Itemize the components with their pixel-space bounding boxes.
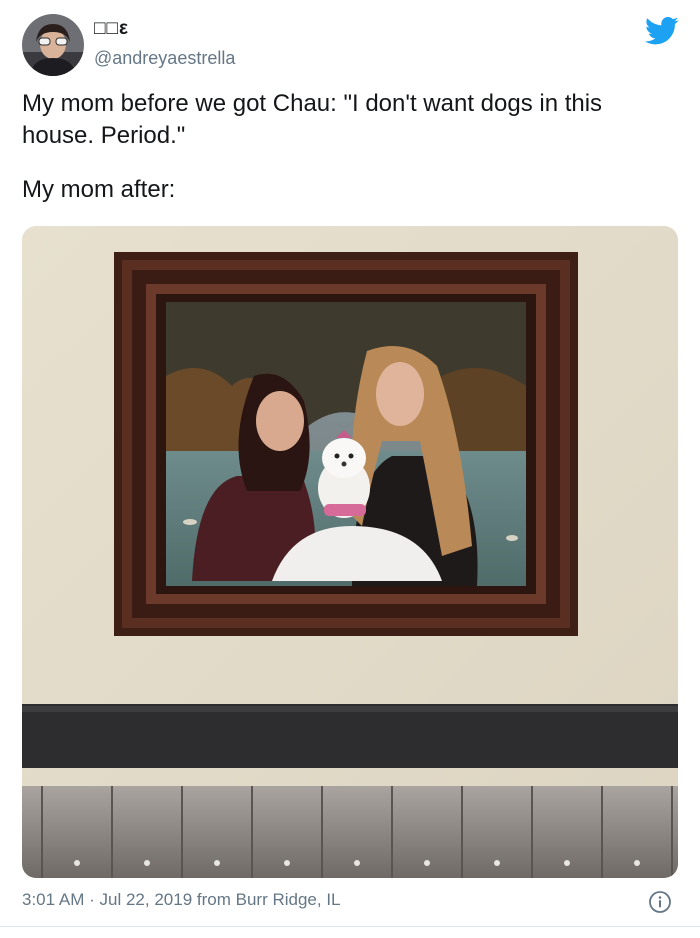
tweet-metadata: 3:01 AM · Jul 22, 2019 from Burr Ridge, … xyxy=(22,890,341,910)
tweet-text-line-1: My mom before we got Chau: "I don't want… xyxy=(22,90,603,149)
tweet-date[interactable]: Jul 22, 2019 xyxy=(100,890,193,909)
tweet-photo[interactable] xyxy=(22,226,678,878)
tweet-location[interactable]: Burr Ridge, IL xyxy=(236,890,341,909)
tweet-text: My mom before we got Chau: "I don't want… xyxy=(22,88,672,228)
source-prefix: from xyxy=(196,890,231,909)
tweet-time[interactable]: 3:01 AM xyxy=(22,890,84,909)
separator-dot: · xyxy=(89,890,95,909)
display-name[interactable]: □□ε xyxy=(94,18,129,40)
photo-framed-portrait xyxy=(22,226,678,878)
tweet-text-line-2: My mom after: xyxy=(22,176,176,203)
twitter-bird-icon[interactable] xyxy=(645,16,679,46)
user-handle[interactable]: @andreyaestrella xyxy=(94,48,235,69)
avatar-image xyxy=(22,14,84,76)
info-icon[interactable] xyxy=(648,890,672,914)
tweet-card: □□ε @andreyaestrella My mom before we go… xyxy=(0,0,700,938)
bottom-divider xyxy=(0,926,700,927)
avatar[interactable] xyxy=(22,14,84,76)
